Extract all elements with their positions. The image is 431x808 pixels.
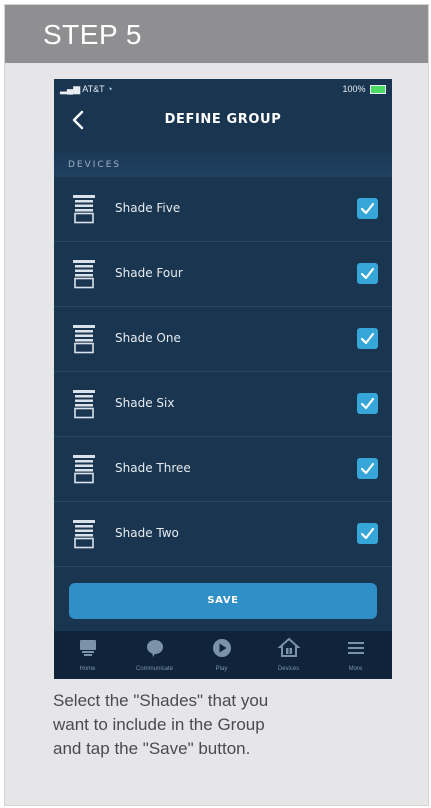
tab-home[interactable]: Home — [54, 631, 121, 679]
carrier-label: ▂▄▆ AT&T ◔ — [60, 84, 113, 94]
battery-indicator: 100% — [342, 84, 386, 95]
device-row[interactable]: Shade Four — [54, 242, 392, 307]
devices-house-icon — [278, 637, 300, 657]
device-checkbox[interactable] — [357, 328, 378, 349]
phone-screenshot: ▂▄▆ AT&T ◔ 100% DEFINE GROUP DEVICES Sha… — [54, 79, 392, 679]
nav-bar: DEFINE GROUP — [54, 99, 392, 143]
tab-label: Devices — [277, 666, 300, 672]
device-row[interactable]: Shade Six — [54, 372, 392, 437]
shade-icon — [73, 325, 95, 354]
battery-icon — [370, 85, 386, 95]
device-row[interactable]: Shade One — [54, 307, 392, 372]
tab-label: Home — [79, 666, 96, 672]
checkmark-icon — [360, 202, 375, 215]
chat-bubble-icon — [147, 640, 163, 657]
shade-icon — [73, 455, 95, 484]
shade-icon — [73, 390, 95, 419]
device-row[interactable]: Shade Five — [54, 177, 392, 242]
page-title: DEFINE GROUP — [164, 112, 282, 127]
device-checkbox[interactable] — [357, 263, 378, 284]
wifi-icon: ◔ — [106, 84, 113, 94]
device-label: Shade Two — [115, 526, 179, 540]
shade-icon — [73, 195, 95, 224]
tab-more[interactable]: More — [322, 631, 389, 679]
step-header: STEP 5 — [5, 5, 428, 63]
device-checkbox[interactable] — [357, 393, 378, 414]
home-icon — [80, 640, 96, 656]
tab-label: Play — [215, 666, 228, 672]
tab-communicate[interactable]: Communicate — [121, 631, 188, 679]
tab-label: Communicate — [135, 666, 173, 672]
checkmark-icon — [360, 527, 375, 540]
status-bar: ▂▄▆ AT&T ◔ 100% — [54, 79, 392, 99]
checkmark-icon — [360, 462, 375, 475]
device-row[interactable]: Shade Two — [54, 502, 392, 567]
menu-icon — [348, 642, 364, 654]
device-row[interactable]: Shade Three — [54, 437, 392, 502]
device-checkbox[interactable] — [357, 458, 378, 479]
device-checkbox[interactable] — [357, 198, 378, 219]
checkmark-icon — [360, 397, 375, 410]
step-title: STEP 5 — [43, 19, 142, 50]
tab-devices[interactable]: Devices — [255, 631, 322, 679]
signal-icon: ▂▄▆ — [60, 84, 81, 94]
checkmark-icon — [360, 267, 375, 280]
device-label: Shade One — [115, 331, 181, 345]
device-label: Shade Four — [115, 266, 183, 280]
caption-line: Select the "Shades" that you — [53, 691, 269, 710]
checkmark-icon — [360, 332, 375, 345]
device-list: Shade Five Shade Four Shade One Shade Six Sh… — [54, 177, 392, 567]
device-label: Shade Three — [115, 461, 191, 475]
shade-icon — [73, 520, 95, 549]
device-checkbox[interactable] — [357, 523, 378, 544]
instruction-caption: Select the "Shades" that you want to inc… — [53, 689, 393, 761]
shade-icon — [73, 260, 95, 289]
tab-label: More — [348, 666, 363, 672]
section-header-devices: DEVICES — [54, 153, 392, 177]
device-label: Shade Five — [115, 201, 181, 215]
step-card: STEP 5 ▂▄▆ AT&T ◔ 100% DEFINE GROUP DEVI… — [4, 4, 429, 806]
play-icon — [213, 639, 231, 657]
tab-bar: Home Communicate Play Devices More — [54, 631, 392, 679]
save-button[interactable]: SAVE — [69, 583, 377, 619]
device-label: Shade Six — [115, 396, 175, 410]
caption-line: want to include in the Group — [53, 715, 265, 734]
caption-line: and tap the "Save" button. — [53, 739, 251, 758]
tab-play[interactable]: Play — [188, 631, 255, 679]
